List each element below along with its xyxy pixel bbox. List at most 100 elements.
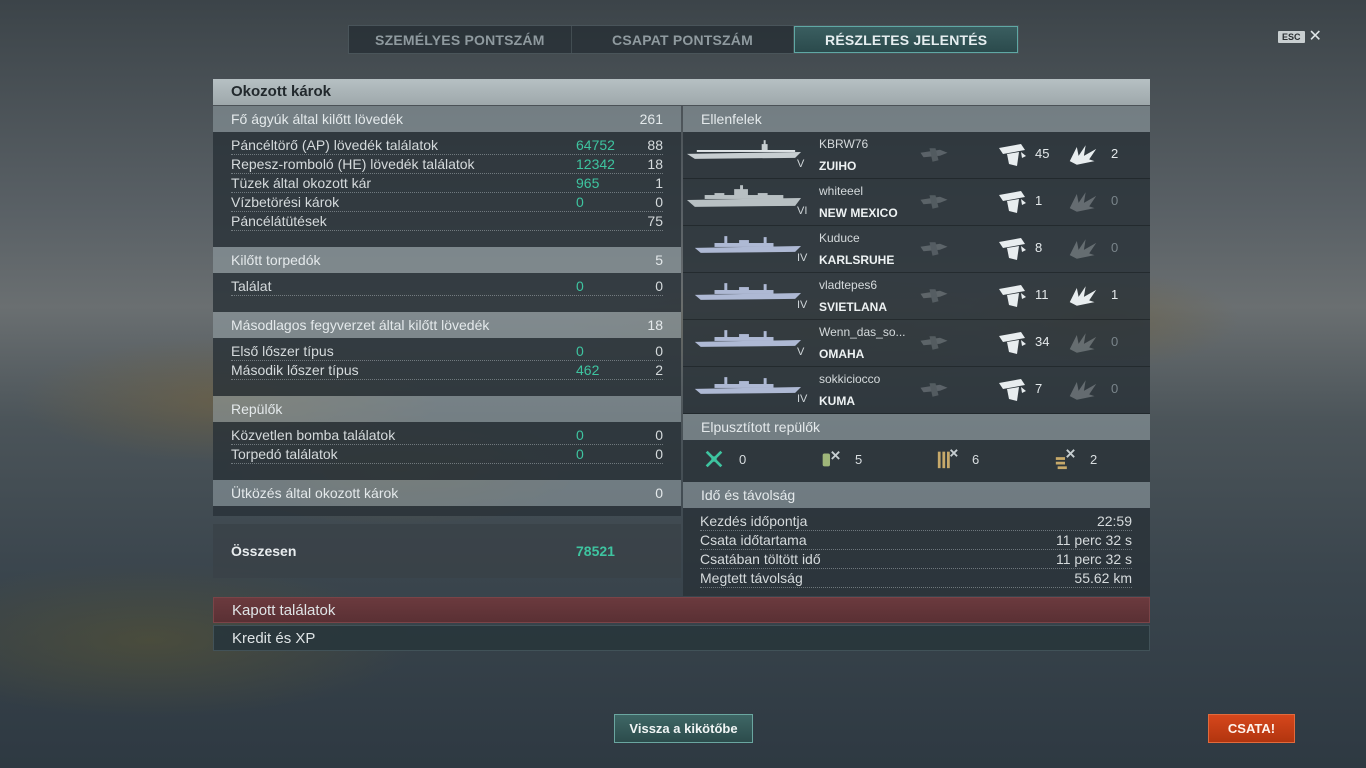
main-guns-header: Fő ágyúk által kilőtt lövedék 261 (213, 106, 681, 132)
crit-count: 0 (1111, 334, 1119, 349)
crit-count: 0 (1111, 193, 1119, 208)
plane-hit-icon (919, 330, 949, 356)
critical-hit-icon (1068, 330, 1098, 356)
critical-hit-icon (1068, 189, 1098, 215)
torpedoes-label: Kilőtt torpedók (231, 252, 321, 268)
spacer (213, 237, 681, 247)
list-item: Vízbetörési károk 0 0 (231, 194, 663, 212)
scout-plane-icon (1054, 448, 1076, 470)
scout-plane-count: 2 (1054, 448, 1097, 470)
close-button[interactable]: ESC ✕ (1278, 29, 1322, 45)
enemy-row: V KBRW76 ZUIHO 45 2 (683, 132, 1150, 179)
esc-key-label: ESC (1278, 31, 1305, 43)
ship-name: SVIETLANA (819, 300, 888, 314)
fighter-count: 0 (703, 448, 746, 470)
aircraft-header: Repülők (213, 396, 681, 422)
enemies-header: Ellenfelek (683, 106, 1150, 132)
ship-tier: V (797, 158, 805, 170)
ship-silhouette-icon (685, 279, 803, 303)
enemies-panel: Ellenfelek V KBRW76 ZUIHO 45 2 VI whiteeel NEW … (683, 106, 1150, 596)
plane-hit-icon (919, 142, 949, 168)
spacer (213, 470, 681, 480)
shell-hit-icon (997, 283, 1027, 309)
torpedo-bomber-count: 5 (819, 448, 862, 470)
critical-hit-icon (1068, 236, 1098, 262)
ship-silhouette-icon (685, 326, 803, 350)
crit-count: 0 (1111, 381, 1119, 396)
list-item: Találat 0 0 (231, 278, 663, 296)
crit-count: 2 (1111, 146, 1119, 161)
time-distance-body: Kezdés időpontja 22:59 Csata időtartama 11… (683, 508, 1150, 596)
damage-breakdown: Fő ágyúk által kilőtt lövedék 261 Páncél… (213, 106, 681, 578)
ramming-value: 0 (655, 485, 663, 501)
main-guns-body: Páncéltörő (AP) lövedék találatok 64752 88… (213, 132, 681, 237)
player-name: sokkiciocco (819, 372, 881, 386)
plane-hit-icon (919, 189, 949, 215)
received-hits-bar[interactable]: Kapott találatok (213, 597, 1150, 623)
torpedoes-header: Kilőtt torpedók 5 (213, 247, 681, 273)
ship-silhouette-icon (685, 232, 803, 256)
torpedoes-value: 5 (655, 252, 663, 268)
enemy-row: VI whiteeel NEW MEXICO 1 0 (683, 179, 1150, 226)
ship-name: KUMA (819, 394, 855, 408)
critical-hit-icon (1068, 377, 1098, 403)
ship-name: NEW MEXICO (819, 206, 898, 220)
tab-personal-score[interactable]: SZEMÉLYES PONTSZÁM (349, 26, 572, 53)
secondary-value: 18 (647, 317, 663, 333)
spacer (213, 302, 681, 312)
dive-bomber-count: 6 (936, 448, 979, 470)
list-item: Megtett távolság 55.62 km (700, 570, 1132, 588)
player-name: whiteeel (819, 184, 864, 198)
enemy-row: V Wenn_das_so... OMAHA 34 0 (683, 320, 1150, 367)
list-item: Csata időtartama 11 perc 32 s (700, 532, 1132, 550)
battle-button[interactable]: CSATA! (1208, 714, 1295, 743)
torpedo-bomber-icon (819, 448, 841, 470)
crit-count: 0 (1111, 240, 1119, 255)
ship-silhouette-icon (685, 373, 803, 397)
critical-hit-icon (1068, 142, 1098, 168)
list-item: Torpedó találatok 0 0 (231, 446, 663, 464)
ship-silhouette-icon (685, 185, 803, 209)
ship-name: ZUIHO (819, 159, 857, 173)
hit-count: 45 (1035, 146, 1050, 161)
tab-team-score[interactable]: CSAPAT PONTSZÁM (572, 26, 795, 53)
damage-dealt-header[interactable]: Okozott károk (213, 79, 1150, 105)
enemy-row: IV sokkiciocco KUMA 7 0 (683, 367, 1150, 414)
planes-destroyed-header: Elpusztított repülők (683, 414, 1150, 440)
list-item: Páncélátütések 75 (231, 213, 663, 231)
enemy-list: V KBRW76 ZUIHO 45 2 VI whiteeel NEW MEXICO 1 0 IV K… (683, 132, 1150, 414)
list-item: Csatában töltött idő 11 perc 32 s (700, 551, 1132, 569)
hit-count: 1 (1035, 193, 1043, 208)
ship-tier: VI (797, 205, 808, 217)
player-name: Wenn_das_so... (819, 325, 906, 339)
shell-hit-icon (997, 377, 1027, 403)
ramming-label: Ütközés által okozott károk (231, 485, 399, 501)
planes-destroyed-label: Elpusztított repülők (701, 419, 821, 435)
enemy-row: IV vladtepes6 SVIETLANA 11 1 (683, 273, 1150, 320)
main-guns-label: Fő ágyúk által kilőtt lövedék (231, 111, 403, 127)
torpedoes-body: Találat 0 0 (213, 273, 681, 302)
close-icon[interactable]: ✕ (1309, 29, 1322, 45)
secondary-label: Másodlagos fegyverzet által kilőtt löved… (231, 317, 490, 333)
critical-hit-icon (1068, 283, 1098, 309)
fighter-plane-icon (703, 448, 725, 470)
list-item: Első lőszer típus 0 0 (231, 343, 663, 361)
back-to-port-button[interactable]: Vissza a kikötőbe (614, 714, 753, 743)
credits-xp-bar[interactable]: Kredit és XP (213, 625, 1150, 651)
list-item: Közvetlen bomba találatok 0 0 (231, 427, 663, 445)
planes-destroyed-body: 0 5 6 2 (683, 440, 1150, 482)
aircraft-label: Repülők (231, 401, 283, 417)
ship-tier: V (797, 346, 805, 358)
main-guns-value: 261 (639, 111, 663, 127)
list-item: Kezdés időpontja 22:59 (700, 513, 1132, 531)
shell-hit-icon (997, 189, 1027, 215)
ship-tier: IV (797, 299, 808, 311)
ship-silhouette-icon (685, 138, 803, 162)
ship-tier: IV (797, 393, 808, 405)
tab-bar: SZEMÉLYES PONTSZÁM CSAPAT PONTSZÁM RÉSZL… (348, 25, 1019, 54)
list-item: Repesz-romboló (HE) lövedék találatok 123… (231, 156, 663, 174)
list-item: Páncéltörő (AP) lövedék találatok 64752 88 (231, 137, 663, 155)
tab-detailed-report[interactable]: RÉSZLETES JELENTÉS (794, 26, 1019, 53)
ship-tier: IV (797, 252, 808, 264)
secondary-header: Másodlagos fegyverzet által kilőtt löved… (213, 312, 681, 338)
